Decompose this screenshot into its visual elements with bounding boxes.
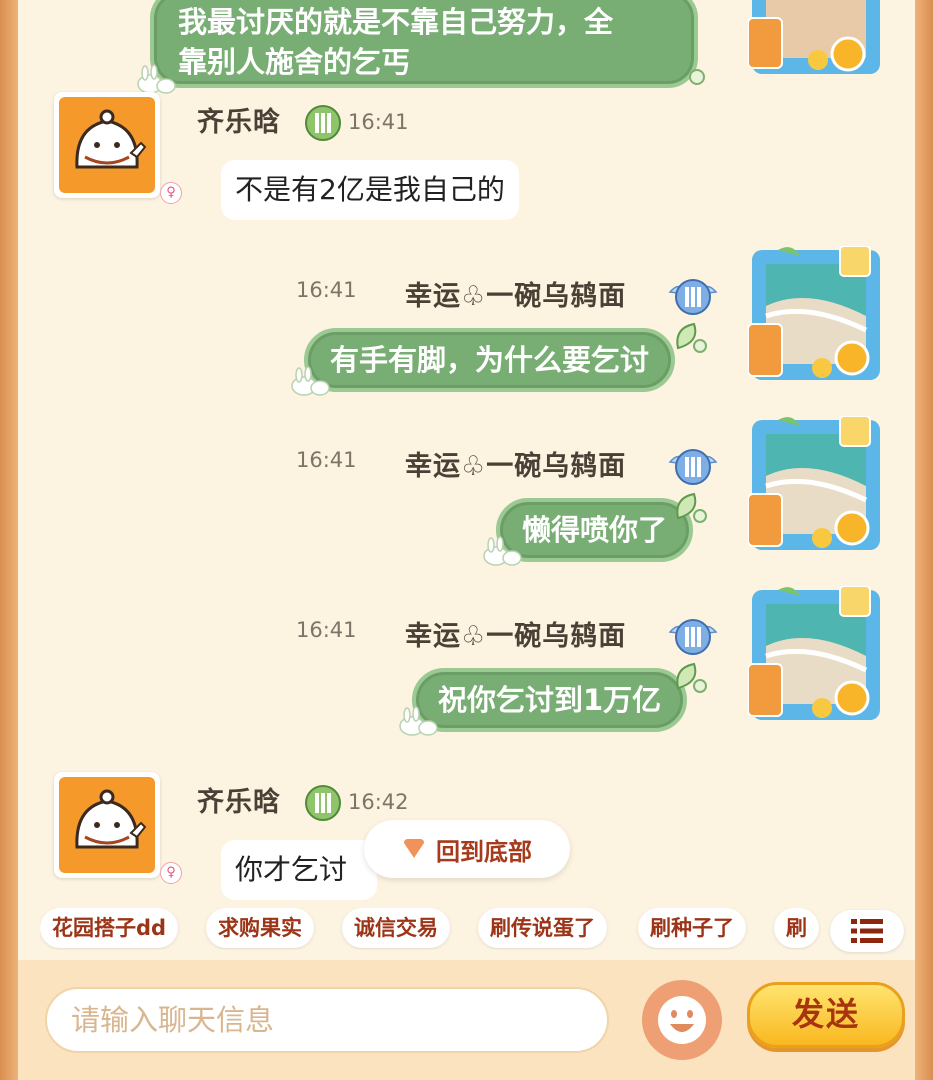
user-avatar[interactable] bbox=[54, 772, 160, 878]
level-badge-icon bbox=[305, 785, 341, 821]
message-bubble[interactable]: 我最讨厌的就是不靠自己努力，全 靠别人施舍的乞丐 bbox=[150, 0, 698, 88]
quick-tag[interactable]: 求购果实 bbox=[206, 908, 314, 948]
message-text-line: 靠别人施舍的乞丐 bbox=[178, 45, 411, 79]
emoji-button[interactable] bbox=[642, 980, 722, 1060]
scroll-to-bottom-label: 回到底部 bbox=[436, 837, 532, 866]
bunny-decoration-icon bbox=[483, 536, 522, 566]
leaf-decoration-icon bbox=[676, 492, 707, 523]
sender-name[interactable]: 齐乐晗 bbox=[197, 100, 281, 139]
ghost-mascot-icon bbox=[75, 789, 147, 849]
message-time: 16:42 bbox=[348, 790, 409, 814]
message-bubble[interactable]: 不是有2亿是我自己的 bbox=[221, 160, 519, 220]
send-button[interactable]: 发送 bbox=[747, 982, 905, 1048]
left-wood-border bbox=[0, 0, 18, 1080]
chat-message-list[interactable]: 我最讨厌的就是不靠自己努力，全 靠别人施舍的乞丐 ♀ 齐乐晗 16:41 不是有… bbox=[18, 0, 915, 960]
chat-input[interactable] bbox=[45, 987, 609, 1053]
message-time: 16:41 bbox=[296, 278, 357, 302]
ghost-mascot-icon bbox=[75, 109, 147, 169]
chat-message: 16:41 幸运♧一碗乌鸫面 有手有脚，为什么要乞讨 bbox=[18, 240, 915, 400]
level-badge-icon bbox=[305, 105, 341, 141]
leaf-decoration-icon bbox=[676, 322, 707, 353]
quick-tag[interactable]: 刷 bbox=[774, 908, 819, 948]
chat-message: 16:41 幸运♧一碗乌鸫面 懒得喷你了 bbox=[18, 410, 915, 570]
sender-name[interactable]: 幸运♧一碗乌鸫面 bbox=[405, 444, 626, 483]
sender-name[interactable]: 幸运♧一碗乌鸫面 bbox=[405, 274, 626, 313]
avatar-frame[interactable] bbox=[748, 0, 884, 78]
avatar-frame[interactable] bbox=[748, 586, 884, 724]
quick-tag[interactable]: 花园搭子dd bbox=[40, 908, 179, 948]
message-time: 16:41 bbox=[296, 448, 357, 472]
bunny-decoration-icon bbox=[399, 706, 438, 736]
quick-tag[interactable]: 刷种子了 bbox=[638, 908, 746, 948]
message-time: 16:41 bbox=[348, 110, 409, 134]
message-bubble[interactable]: 你才乞讨 bbox=[221, 840, 377, 900]
quick-tag[interactable]: 诚信交易 bbox=[342, 908, 450, 948]
female-gender-icon: ♀ bbox=[160, 182, 182, 204]
chat-message: ♀ 齐乐晗 16:41 不是有2亿是我自己的 bbox=[18, 92, 915, 222]
chat-message: 16:41 幸运♧一碗乌鸫面 祝你乞讨到1万亿 bbox=[18, 580, 915, 740]
list-menu-icon bbox=[851, 919, 883, 943]
avatar-frame[interactable] bbox=[748, 246, 884, 384]
bunny-decoration-icon bbox=[291, 366, 330, 396]
smiley-face-icon bbox=[658, 996, 706, 1044]
heart-arrow-down-icon bbox=[404, 839, 424, 858]
quick-tag[interactable]: 刷传说蛋了 bbox=[478, 908, 607, 948]
female-gender-icon: ♀ bbox=[160, 862, 182, 884]
bunny-decoration-icon bbox=[137, 64, 176, 94]
chat-message: 我最讨厌的就是不靠自己努力，全 靠别人施舍的乞丐 bbox=[18, 0, 915, 95]
avatar-frame[interactable] bbox=[748, 416, 884, 554]
leaf-decoration-icon bbox=[676, 662, 707, 693]
message-bubble[interactable]: 有手有脚，为什么要乞讨 bbox=[304, 328, 676, 392]
leaf-decoration-icon bbox=[689, 69, 705, 85]
message-bubble[interactable]: 祝你乞讨到1万亿 bbox=[412, 668, 688, 732]
menu-button[interactable] bbox=[830, 910, 904, 952]
scroll-to-bottom-button[interactable]: 回到底部 bbox=[364, 820, 570, 878]
wing-badge-icon bbox=[668, 279, 718, 315]
right-wood-border bbox=[915, 0, 933, 1080]
user-avatar[interactable] bbox=[54, 92, 160, 198]
message-bubble[interactable]: 懒得喷你了 bbox=[496, 498, 694, 562]
sender-name[interactable]: 幸运♧一碗乌鸫面 bbox=[405, 614, 626, 653]
quick-tag-bar[interactable]: 花园搭子dd 求购果实 诚信交易 刷传说蛋了 刷种子了 刷 bbox=[40, 908, 825, 950]
wing-badge-icon bbox=[668, 619, 718, 655]
wing-badge-icon bbox=[668, 449, 718, 485]
sender-name[interactable]: 齐乐晗 bbox=[197, 780, 281, 819]
message-time: 16:41 bbox=[296, 618, 357, 642]
message-text-line: 我最讨厌的就是不靠自己努力，全 bbox=[178, 5, 614, 39]
